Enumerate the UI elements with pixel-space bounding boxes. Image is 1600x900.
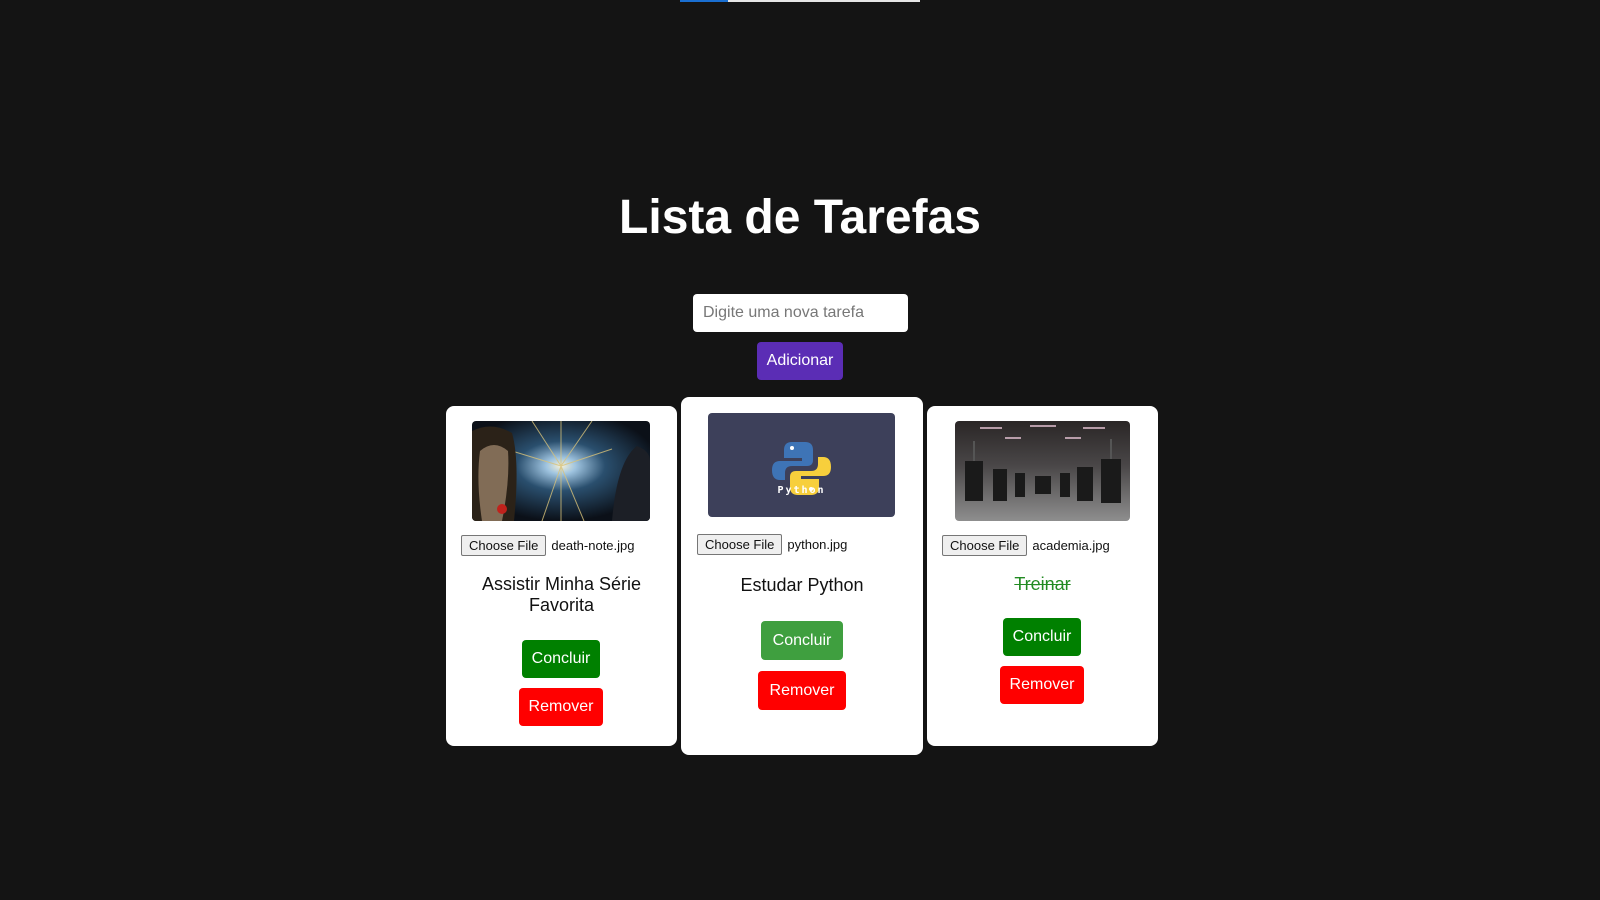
task-text: Assistir Minha Série Favorita: [481, 574, 642, 615]
file-name: death-note.jpg: [551, 538, 635, 553]
choose-file-button[interactable]: Choose File: [942, 535, 1028, 556]
task-text-completed: Treinar: [1014, 574, 1071, 594]
file-name: python.jpg: [787, 537, 848, 552]
top-progress-bar: [680, 0, 920, 2]
death-note-image: [472, 421, 650, 521]
task-image-python: Python: [708, 413, 895, 517]
task-image-academia: [955, 421, 1130, 521]
top-progress-segment: [680, 0, 728, 2]
task-image-death-note: [472, 421, 650, 521]
remove-button[interactable]: Remover: [758, 671, 846, 710]
complete-button[interactable]: Concluir: [1003, 618, 1081, 656]
complete-button[interactable]: Concluir: [761, 621, 843, 660]
file-picker: Choose File academia.jpg: [942, 535, 1110, 556]
add-task-button[interactable]: Adicionar: [757, 342, 843, 380]
file-picker: Choose File python.jpg: [697, 534, 847, 555]
python-image-label: Python: [777, 485, 826, 496]
page-title: Lista de Tarefas: [619, 191, 981, 244]
choose-file-button[interactable]: Choose File: [697, 534, 783, 555]
remove-button[interactable]: Remover: [519, 688, 603, 726]
file-picker: Choose File death-note.jpg: [461, 535, 635, 556]
remove-button[interactable]: Remover: [1000, 666, 1084, 704]
choose-file-button[interactable]: Choose File: [461, 535, 547, 556]
task-card: Choose File academia.jpg Treinar Conclui…: [927, 406, 1158, 746]
complete-button[interactable]: Concluir: [522, 640, 600, 678]
task-text: Estudar Python: [740, 575, 864, 595]
gym-image: [955, 421, 1130, 521]
new-task-input[interactable]: [693, 294, 908, 332]
task-card: Python Choose File python.jpg Estudar Py…: [681, 397, 923, 755]
python-logo-icon: [772, 442, 831, 495]
file-name: academia.jpg: [1032, 538, 1110, 553]
task-card: Choose File death-note.jpg Assistir Minh…: [446, 406, 677, 746]
